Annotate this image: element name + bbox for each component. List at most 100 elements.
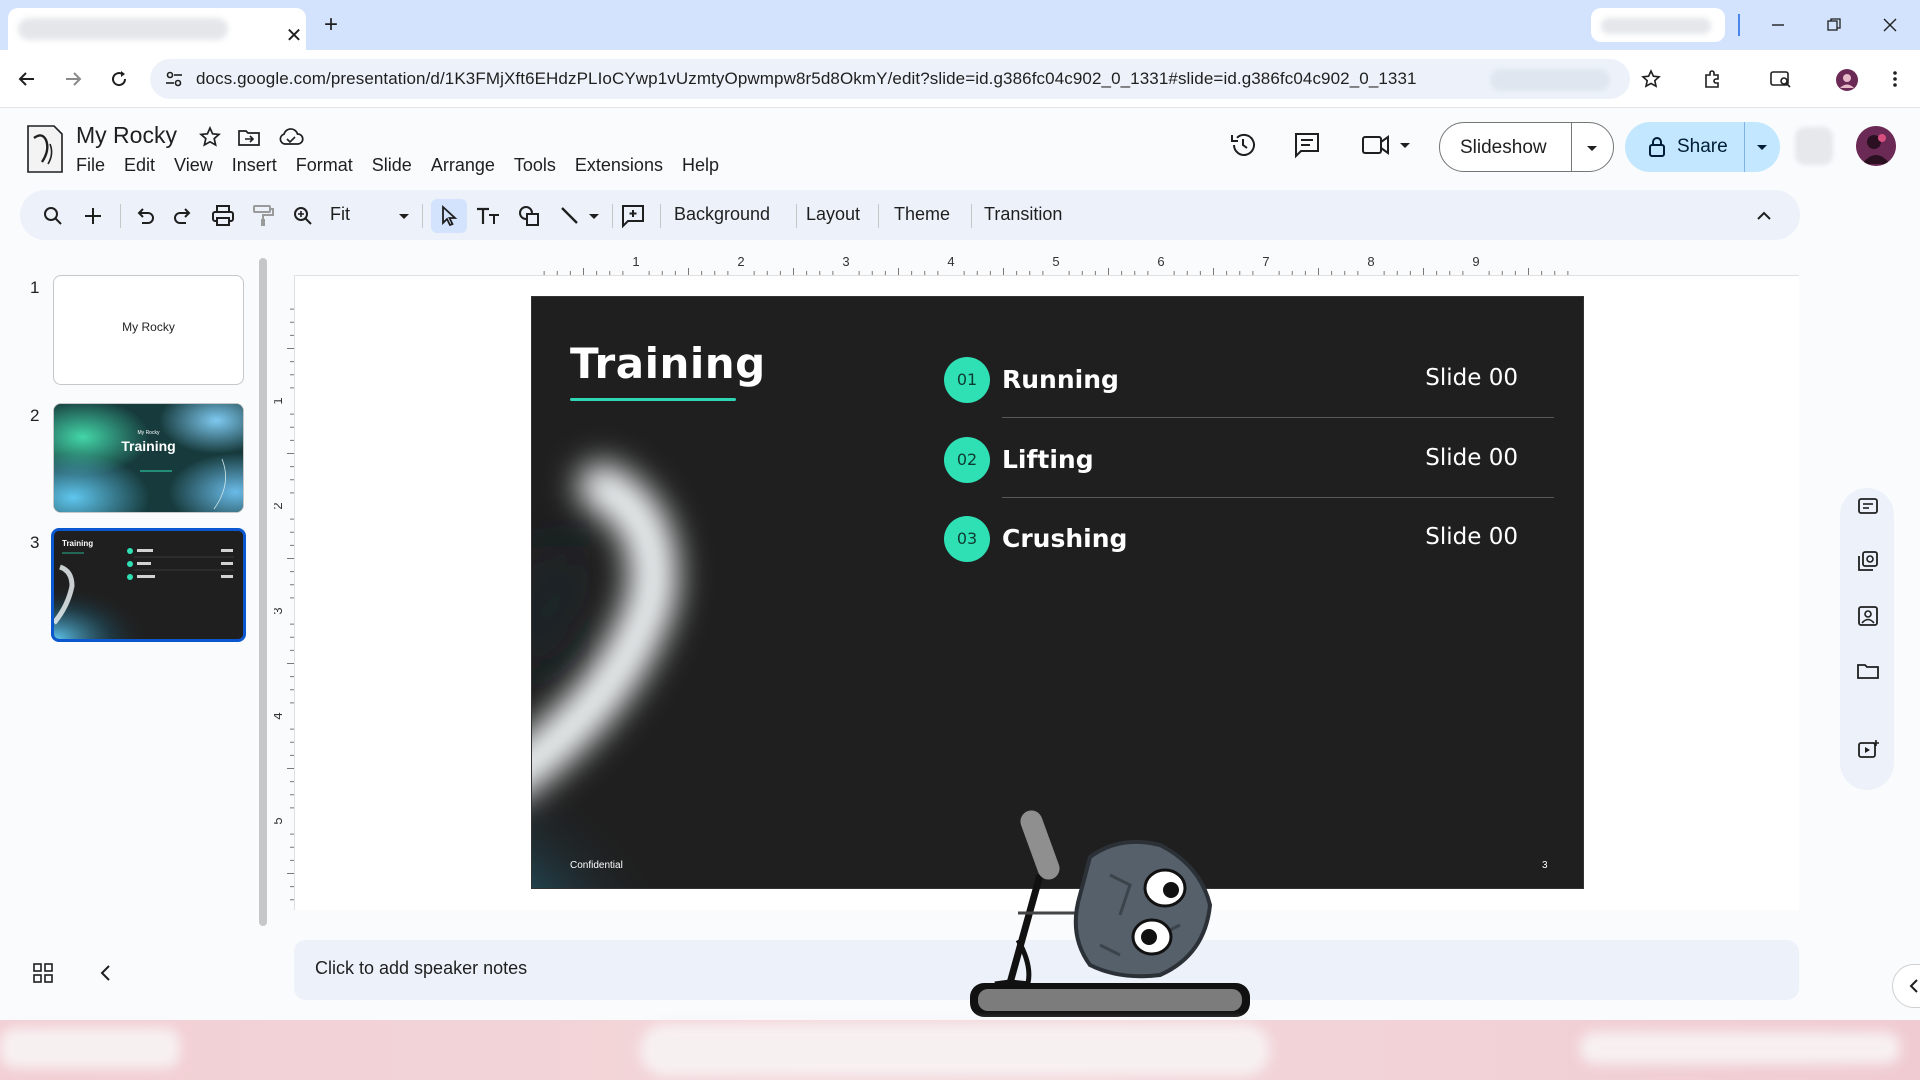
search-menus-button[interactable] — [40, 203, 66, 229]
menu-view[interactable]: View — [174, 155, 213, 179]
tab-close-button[interactable]: ✕ — [280, 22, 308, 50]
paint-format-button[interactable] — [250, 203, 276, 229]
comments-button[interactable] — [1292, 130, 1328, 166]
browser-menu-button[interactable] — [1880, 64, 1910, 94]
tasks-button[interactable] — [1856, 549, 1880, 573]
agenda-item[interactable]: 02 Lifting Slide 00 — [944, 417, 1554, 498]
bookmark-button[interactable] — [1636, 64, 1666, 94]
zoom-select[interactable]: Fit — [330, 204, 350, 225]
new-slide-button[interactable] — [80, 203, 106, 229]
grid-view-button[interactable] — [32, 962, 54, 984]
menu-extensions[interactable]: Extensions — [575, 155, 663, 179]
meet-button[interactable] — [1360, 130, 1416, 166]
menu-arrange[interactable]: Arrange — [431, 155, 495, 179]
user-avatar[interactable] — [1856, 126, 1896, 166]
tab-search-icon — [1770, 71, 1791, 88]
theme-button[interactable]: Theme — [894, 204, 950, 225]
contacts-button[interactable] — [1856, 604, 1880, 628]
menu-edit[interactable]: Edit — [124, 155, 155, 179]
hide-menus-button[interactable] — [1751, 203, 1777, 229]
agenda-number-badge: 03 — [944, 516, 990, 562]
version-history-button[interactable] — [1228, 130, 1264, 166]
slides-logo[interactable] — [20, 118, 68, 178]
undo-icon — [137, 208, 154, 224]
star-icon — [199, 126, 221, 147]
cloud-status-button[interactable] — [278, 126, 304, 152]
layout-button[interactable]: Layout — [806, 204, 860, 225]
browser-profile-pill[interactable] — [1591, 8, 1725, 42]
ruler-number: 9 — [1472, 254, 1479, 269]
forward-button[interactable] — [58, 64, 88, 94]
collapse-filmstrip-button[interactable] — [95, 962, 117, 984]
text-box-icon — [477, 207, 499, 224]
minimize-button[interactable] — [1758, 10, 1798, 40]
restore-icon — [1827, 18, 1841, 31]
slide-thumbnail-selected[interactable]: Training — [51, 528, 246, 642]
transition-button[interactable]: Transition — [984, 204, 1062, 225]
slide-footer-text[interactable]: Confidential — [570, 860, 623, 871]
new-tab-button[interactable]: + — [316, 11, 346, 41]
agenda-number-badge: 02 — [944, 437, 990, 483]
reload-button[interactable] — [104, 64, 134, 94]
move-button[interactable] — [237, 126, 263, 152]
back-button[interactable] — [12, 64, 42, 94]
zoom-button[interactable] — [290, 203, 316, 229]
add-comment-icon — [622, 205, 644, 229]
taskbar-left-redacted — [0, 1028, 180, 1068]
document-title[interactable]: My Rocky — [76, 122, 177, 149]
menu-insert[interactable]: Insert — [232, 155, 277, 179]
text-box-button[interactable] — [475, 203, 501, 229]
avatar-icon — [1856, 126, 1896, 166]
more-vert-icon — [1893, 71, 1897, 87]
agenda-item[interactable]: 01 Running Slide 00 — [944, 337, 1554, 418]
ruler-number: 2 — [737, 254, 744, 269]
agenda-label: Running — [1002, 365, 1119, 394]
extensions-button[interactable] — [1698, 64, 1728, 94]
ruler-number: 4 — [274, 712, 285, 719]
redo-button[interactable] — [170, 203, 196, 229]
star-button[interactable] — [199, 126, 225, 152]
ruler-number: 1 — [632, 254, 639, 269]
slide-thumbnail[interactable]: My Rocky — [53, 275, 244, 385]
cast-search-button[interactable] — [1766, 64, 1796, 94]
undo-button[interactable] — [132, 203, 158, 229]
menu-format[interactable]: Format — [296, 155, 353, 179]
menu-tools[interactable]: Tools — [514, 155, 556, 179]
shapes-icon — [519, 206, 539, 226]
agenda-item[interactable]: 03 Crushing Slide 00 — [944, 496, 1554, 576]
thumbnail-title: My Rocky — [122, 320, 175, 334]
insert-comment-button[interactable] — [620, 203, 646, 229]
share-button[interactable]: Share — [1625, 122, 1780, 172]
slide-page-number[interactable]: 3 — [1542, 860, 1548, 871]
forward-arrow-icon — [66, 72, 82, 86]
thumbnail-subtitle: My Rocky — [137, 430, 160, 436]
current-slide[interactable]: Training 01 Running Slide 00 02 Lifting … — [531, 296, 1584, 889]
print-button[interactable] — [210, 203, 236, 229]
drive-folder-button[interactable] — [1856, 659, 1880, 683]
filmstrip-scrollbar[interactable] — [259, 258, 267, 926]
toolbar-separator — [878, 204, 879, 228]
back-arrow-icon — [18, 72, 34, 86]
tab-bar-separator — [1738, 14, 1740, 36]
keep-notes-button[interactable] — [1856, 494, 1880, 518]
select-tool-button[interactable] — [436, 203, 462, 229]
slideshow-button[interactable]: Slideshow — [1439, 122, 1614, 172]
menu-file[interactable]: File — [76, 155, 105, 179]
shape-button[interactable] — [516, 203, 542, 229]
background-button[interactable]: Background — [674, 204, 770, 225]
ruler-number: 3 — [274, 607, 285, 614]
browser-profile-avatar[interactable] — [1832, 64, 1862, 94]
line-button[interactable] — [557, 203, 583, 229]
address-bar[interactable]: docs.google.com/presentation/d/1K3FMjXft… — [150, 59, 1630, 99]
slide-number: 1 — [30, 278, 40, 297]
slide-title[interactable]: Training — [570, 339, 766, 388]
slide-thumbnail[interactable]: My Rocky Training — [53, 403, 244, 513]
add-ons-button[interactable] — [1856, 738, 1880, 762]
browser-tab[interactable]: ✕ — [8, 8, 306, 50]
menu-help[interactable]: Help — [682, 155, 719, 179]
restore-button[interactable] — [1814, 10, 1854, 40]
lock-icon — [1649, 137, 1665, 157]
expand-side-panel-button[interactable] — [1892, 964, 1920, 1008]
close-window-button[interactable] — [1870, 10, 1910, 40]
menu-slide[interactable]: Slide — [372, 155, 412, 179]
